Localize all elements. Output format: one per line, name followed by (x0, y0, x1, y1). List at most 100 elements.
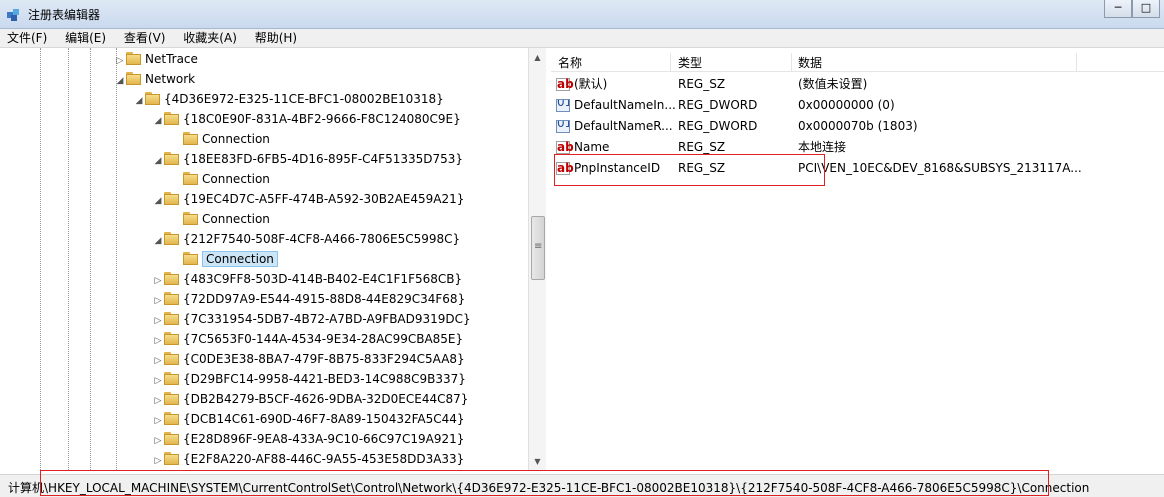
value-type: REG_DWORD (678, 98, 758, 112)
folder-icon (164, 392, 180, 405)
tree-node-guid[interactable]: ▷ {7C331954-5DB7-4B72-A7BD-A9FBAD9319DC} (152, 309, 471, 329)
expand-arrow-icon[interactable]: ▷ (152, 271, 164, 291)
window-title: 注册表编辑器 (28, 8, 101, 22)
registry-editor-icon (7, 9, 19, 21)
menu-favorites[interactable]: 收藏夹(A) (176, 29, 244, 47)
tree-guide-line (116, 48, 117, 470)
collapse-arrow-icon[interactable]: ◢ (152, 111, 164, 131)
value-row[interactable]: 011 110 DefaultNameR... REG_DWORD 0x0000… (551, 116, 1164, 137)
expand-arrow-icon[interactable]: ▷ (152, 391, 164, 411)
tree-node-connection[interactable]: Connection (171, 129, 270, 149)
tree-node-guid[interactable]: ▷ {DB2B4279-B5CF-4626-9DBA-32D0ECE44C87} (152, 389, 468, 409)
tree-node-nettrace[interactable]: ▷ NetTrace (114, 49, 198, 69)
value-type: REG_SZ (678, 77, 726, 91)
value-row[interactable]: ab (默认) REG_SZ (数值未设置) (551, 74, 1164, 95)
menu-help[interactable]: 帮助(H) (248, 29, 304, 47)
tree-node-network[interactable]: ◢ Network (114, 69, 195, 89)
menu-bar: 文件(F) 编辑(E) 查看(V) 收藏夹(A) 帮助(H) (0, 29, 1164, 48)
collapse-arrow-icon[interactable]: ◢ (114, 71, 126, 91)
tree-node-connection-selected[interactable]: Connection (171, 249, 278, 269)
column-divider[interactable] (1076, 53, 1077, 71)
menu-edit[interactable]: 编辑(E) (58, 29, 113, 47)
tree-node-guid[interactable]: ▷ {483C9FF8-503D-414B-B402-E4C1F1F568CB} (152, 269, 462, 289)
folder-icon (183, 212, 199, 225)
value-type: REG_DWORD (678, 119, 758, 133)
value-row[interactable]: 011 110 DefaultNameIn... REG_DWORD 0x000… (551, 95, 1164, 116)
scroll-up-icon[interactable]: ▲ (529, 50, 546, 66)
scroll-down-icon[interactable]: ▼ (529, 454, 546, 470)
tree-node-guid[interactable]: ▷ {7C5653F0-144A-4534-9E34-28AC99CBA85E} (152, 329, 463, 349)
tree-node-guid[interactable]: ▷ {E28D896F-9EA8-433A-9C10-66C97C19A921} (152, 429, 464, 449)
values-list[interactable]: 名称 类型 数据 ab (默认) REG_SZ (数值未设置) 011 110 … (551, 48, 1164, 470)
expand-arrow-icon[interactable]: ▷ (152, 311, 164, 331)
folder-icon (164, 452, 180, 465)
string-value-icon: ab (556, 140, 574, 154)
folder-icon (164, 372, 180, 385)
folder-icon (183, 172, 199, 185)
expand-arrow-icon[interactable]: ▷ (152, 431, 164, 451)
tree-guide-line (68, 48, 69, 470)
collapse-arrow-icon[interactable]: ◢ (152, 191, 164, 211)
folder-icon (183, 252, 199, 265)
expand-arrow-icon[interactable]: ▷ (152, 351, 164, 371)
folder-icon (164, 232, 180, 245)
column-divider[interactable] (791, 53, 792, 71)
collapse-arrow-icon[interactable]: ◢ (152, 151, 164, 171)
folder-icon (164, 412, 180, 425)
folder-icon (164, 312, 180, 325)
folder-icon (164, 292, 180, 305)
dword-value-icon: 011 110 (556, 120, 570, 133)
key-tree[interactable]: ▷ NetTrace ◢ Network ◢ {4D36E972-E325-11CE-… (8, 48, 546, 470)
expand-arrow-icon[interactable]: ▷ (114, 51, 126, 71)
tree-node-guid[interactable]: ▷ {DCB14C61-690D-46F7-8A89-150432FA5C44} (152, 409, 465, 429)
string-value-icon: ab (556, 77, 574, 91)
collapse-arrow-icon[interactable]: ◢ (152, 231, 164, 251)
tree-guide-line (90, 48, 91, 470)
tree-node-guid[interactable]: ◢ {18EE83FD-6FB5-4D16-895F-C4F51335D753} (152, 149, 463, 169)
title-bar: 注册表编辑器 ─ □ (0, 0, 1164, 29)
tree-node-guid[interactable]: ▷ {E2F8A220-AF88-446C-9A55-453E58DD3A33} (152, 449, 464, 469)
highlight-box (40, 470, 1049, 496)
column-header-data[interactable]: 数据 (798, 54, 822, 71)
tree-node-guid[interactable]: ◢ {19EC4D7C-A5FF-474B-A592-30B2AE459A21} (152, 189, 464, 209)
column-divider[interactable] (670, 53, 671, 71)
folder-icon (164, 152, 180, 165)
value-data: PCI\VEN_10EC&DEV_8168&SUBSYS_213117A... (798, 161, 1082, 175)
folder-icon (145, 92, 161, 105)
expand-arrow-icon[interactable]: ▷ (152, 331, 164, 351)
tree-guide-line (40, 48, 41, 470)
tree-node-guid[interactable]: ▷ {C0DE3E38-8BA7-479F-8B75-833F294C5AA8} (152, 349, 465, 369)
scroll-thumb[interactable]: ≡ (531, 216, 545, 280)
folder-icon (164, 352, 180, 365)
folder-icon (164, 332, 180, 345)
tree-node-connection[interactable]: Connection (171, 209, 270, 229)
dword-value-icon: 011 110 (556, 99, 570, 112)
values-header: 名称 类型 数据 (551, 51, 1164, 72)
expand-arrow-icon[interactable]: ▷ (152, 371, 164, 391)
tree-node-guid[interactable]: ▷ {D29BFC14-9958-4421-BED3-14C988C9B337} (152, 369, 466, 389)
tree-node-connection[interactable]: Connection (171, 169, 270, 189)
expand-arrow-icon[interactable]: ▷ (152, 291, 164, 311)
tree-node-class-key[interactable]: ◢ {4D36E972-E325-11CE-BFC1-08002BE10318} (133, 89, 444, 109)
folder-icon (164, 192, 180, 205)
maximize-button[interactable]: □ (1132, 0, 1160, 18)
tree-node-guid[interactable]: ◢ {212F7540-508F-4CF8-A466-7806E5C5998C} (152, 229, 460, 249)
expand-arrow-icon[interactable]: ▷ (152, 451, 164, 470)
folder-icon (164, 432, 180, 445)
column-header-name[interactable]: 名称 (558, 54, 582, 71)
value-name: (默认) (574, 77, 608, 91)
minimize-button[interactable]: ─ (1104, 0, 1132, 18)
value-name: DefaultNameR... (574, 119, 673, 133)
column-header-type[interactable]: 类型 (678, 54, 702, 71)
tree-scrollbar[interactable]: ▲ ≡ ▼ (528, 48, 546, 470)
folder-icon (126, 72, 142, 85)
tree-node-guid[interactable]: ▷ {72DD97A9-E544-4915-88D8-44E829C34F68} (152, 289, 465, 309)
collapse-arrow-icon[interactable]: ◢ (133, 91, 145, 111)
tree-node-guid[interactable]: ◢ {18C0E90F-831A-4BF2-9666-F8C124080C9E} (152, 109, 461, 129)
window-controls: ─ □ (1104, 0, 1160, 20)
folder-icon (164, 272, 180, 285)
menu-view[interactable]: 查看(V) (117, 29, 173, 47)
value-data: 0x0000070b (1803) (798, 119, 918, 133)
menu-file[interactable]: 文件(F) (0, 29, 54, 47)
expand-arrow-icon[interactable]: ▷ (152, 411, 164, 431)
